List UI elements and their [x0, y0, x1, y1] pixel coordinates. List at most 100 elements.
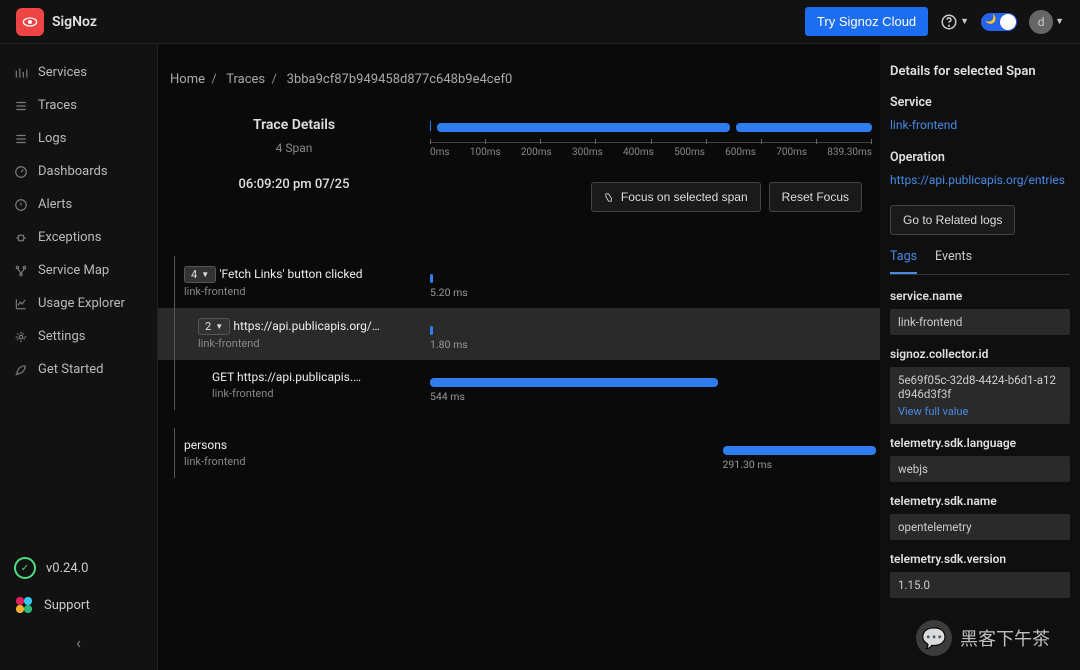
- overview-chart[interactable]: [430, 123, 872, 132]
- span-name: 'Fetch Links' button clicked: [219, 267, 362, 281]
- span-service: link-frontend: [212, 387, 430, 400]
- app-logo: SigNoz: [16, 8, 97, 36]
- service-link[interactable]: link-frontend: [890, 118, 1070, 132]
- topbar: SigNoz Try Signoz Cloud ▼ d ▼: [0, 0, 1080, 44]
- bug-icon: [14, 231, 28, 245]
- tag-value: webjs: [890, 456, 1070, 482]
- nav-item-traces[interactable]: Traces: [0, 89, 157, 122]
- operation-link[interactable]: https://api.publicapis.org/entries: [890, 173, 1070, 187]
- alert-icon: [14, 198, 28, 212]
- nav-item-service-map[interactable]: Service Map: [0, 254, 157, 287]
- span-duration: 1.80 ms: [430, 338, 468, 351]
- nav-item-settings[interactable]: Settings: [0, 320, 157, 353]
- avatar: d: [1029, 10, 1053, 34]
- nav-item-exceptions[interactable]: Exceptions: [0, 221, 157, 254]
- tag-value: link-frontend: [890, 309, 1070, 335]
- tag-key: service.name: [890, 289, 1070, 303]
- nav-label: Service Map: [38, 263, 109, 278]
- map-icon: [14, 264, 28, 278]
- list-icon: [14, 99, 28, 113]
- tag-key: signoz.collector.id: [890, 347, 1070, 361]
- breadcrumb-trace-id: 3bba9cf87b949458d877c648b9e4cef0: [287, 72, 513, 87]
- span-count-chip[interactable]: 2 ▼: [198, 318, 230, 335]
- axis-tick-label: 839.30ms: [827, 147, 872, 158]
- version-row: ✓ v0.24.0: [14, 549, 143, 587]
- span-row[interactable]: personslink-frontend291.30 ms: [158, 428, 880, 478]
- user-menu[interactable]: d ▼: [1029, 10, 1064, 34]
- related-logs-button[interactable]: Go to Related logs: [890, 205, 1015, 235]
- tag-key: telemetry.sdk.version: [890, 552, 1070, 566]
- axis-tick-label: 400ms: [623, 147, 654, 158]
- logo-icon: [16, 8, 44, 36]
- nav-label: Traces: [38, 98, 77, 113]
- check-icon: ✓: [14, 557, 36, 579]
- span-count-chip[interactable]: 4 ▼: [184, 266, 216, 283]
- nav-item-dashboards[interactable]: Dashboards: [0, 155, 157, 188]
- span-name: persons: [184, 438, 227, 452]
- nav-label: Dashboards: [38, 164, 108, 179]
- list-icon: [14, 132, 28, 146]
- nav-item-usage-explorer[interactable]: Usage Explorer: [0, 287, 157, 320]
- nav-item-get-started[interactable]: Get Started: [0, 353, 157, 386]
- breadcrumb-home[interactable]: Home: [170, 72, 205, 87]
- details-panel: Details for selected Span Service link-f…: [880, 44, 1080, 670]
- tag-key: telemetry.sdk.name: [890, 494, 1070, 508]
- nav-label: Usage Explorer: [38, 296, 125, 311]
- span-duration: 544 ms: [430, 390, 465, 403]
- gear-icon: [14, 330, 28, 344]
- rocket-icon: [14, 363, 28, 377]
- service-label: Service: [890, 95, 1070, 110]
- breadcrumb-traces[interactable]: Traces: [226, 72, 265, 87]
- nav-item-services[interactable]: Services: [0, 56, 157, 89]
- span-bar[interactable]: [430, 274, 433, 283]
- time-axis: 0ms 100ms 200ms 300ms 400ms 500ms 600ms 700ms 83…: [430, 142, 872, 158]
- axis-tick-label: 100ms: [470, 147, 501, 158]
- span-bar[interactable]: [723, 446, 876, 455]
- nav-label: Exceptions: [38, 230, 101, 245]
- trace-title: Trace Details: [158, 117, 430, 133]
- nav-label: Get Started: [38, 362, 103, 377]
- tag-value: 1.15.0: [890, 572, 1070, 598]
- details-title: Details for selected Span: [890, 64, 1070, 79]
- tab-tags[interactable]: Tags: [890, 249, 917, 274]
- tab-events[interactable]: Events: [935, 249, 972, 274]
- support-link[interactable]: Support: [14, 587, 143, 623]
- span-service: link-frontend: [184, 285, 430, 298]
- axis-tick-label: 200ms: [521, 147, 552, 158]
- breadcrumb: Home / Traces / 3bba9cf87b949458d877c648…: [158, 44, 880, 105]
- span-name: https://api.publicapis.org/…: [233, 319, 380, 333]
- axis-tick-label: 600ms: [725, 147, 756, 158]
- main-content: Home / Traces / 3bba9cf87b949458d877c648…: [158, 44, 880, 670]
- focus-selected-button[interactable]: Focus on selected span: [591, 182, 761, 212]
- reset-focus-button[interactable]: Reset Focus: [769, 182, 862, 212]
- nav-item-logs[interactable]: Logs: [0, 122, 157, 155]
- help-dropdown[interactable]: ▼: [940, 13, 969, 31]
- span-row[interactable]: 4 ▼ 'Fetch Links' button clicked link-fro…: [158, 256, 880, 308]
- tag-value: 5e69f05c-32d8-4424-b6d1-a12d946d3f3fView…: [890, 367, 1070, 424]
- axis-tick-label: 700ms: [776, 147, 807, 158]
- nav-label: Alerts: [38, 197, 72, 212]
- theme-toggle[interactable]: [981, 13, 1017, 31]
- chevron-down-icon: ▼: [201, 270, 209, 279]
- axis-tick-label: 0ms: [430, 147, 450, 158]
- span-row[interactable]: 2 ▼ https://api.publicapis.org/… link-fro…: [158, 308, 880, 360]
- version-label: v0.24.0: [46, 561, 88, 576]
- gauge-icon: [14, 165, 28, 179]
- tag-key: telemetry.sdk.language: [890, 436, 1070, 450]
- axis-tick-label: 300ms: [572, 147, 603, 158]
- span-service: link-frontend: [198, 337, 430, 350]
- span-service: link-frontend: [184, 455, 430, 468]
- span-row[interactable]: GET https://api.publicapis.…link-fronten…: [158, 360, 880, 410]
- span-bar[interactable]: [430, 378, 718, 387]
- span-bar[interactable]: [430, 326, 433, 335]
- nav-item-alerts[interactable]: Alerts: [0, 188, 157, 221]
- collapse-sidebar-button[interactable]: ‹: [14, 623, 143, 652]
- trace-time: 06:09:20 pm 07/25: [158, 177, 430, 192]
- operation-label: Operation: [890, 150, 1070, 165]
- view-full-value-link[interactable]: View full value: [898, 405, 1062, 418]
- app-name: SigNoz: [52, 14, 97, 30]
- tag-value: opentelemetry: [890, 514, 1070, 540]
- try-cloud-button[interactable]: Try Signoz Cloud: [805, 7, 928, 36]
- nav-label: Logs: [38, 131, 66, 146]
- axis-tick-label: 500ms: [674, 147, 705, 158]
